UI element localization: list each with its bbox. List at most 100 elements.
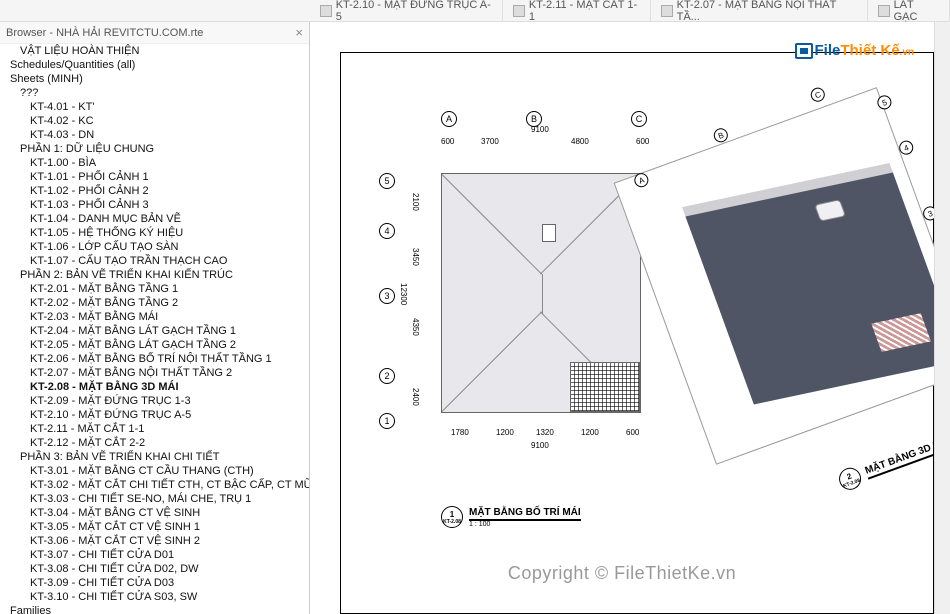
tree-item[interactable]: KT-3.05 - MẶT CẮT CT VỆ SINH 1 [2,520,309,534]
watermark-logo: FileThiết Kế.vn [795,42,914,60]
grid-bubble-c: C [631,111,647,127]
tree-item[interactable]: Schedules/Quantities (all) [2,58,309,72]
iso-grid-c: C [809,86,827,104]
dim-bot-0: 1780 [451,428,469,437]
tree-item[interactable]: KT-1.03 - PHỐI CẢNH 3 [2,198,309,212]
tab-2[interactable]: KT-2.07 - MẶT BẰNG NỘI THẤT TẦ... [651,0,868,25]
tree-item[interactable]: KT-4.01 - KT' [2,100,309,114]
document-tabs: KT-2.10 - MẶT ĐỨNG TRỤC A-5 KT-2.11 - MẶ… [0,0,950,22]
sheet-icon [661,5,673,17]
tree-item[interactable]: KT-1.01 - PHỐI CẢNH 1 [2,170,309,184]
grid-bubble-4: 4 [379,223,395,239]
tab-3[interactable]: LÁT GẠC [868,0,950,25]
ridge-line [542,274,543,314]
title-sheet: KT-2.08 [842,477,861,489]
tree-item[interactable]: KT-3.08 - CHI TIẾT CỬA D02, DW [2,562,309,576]
tree-item[interactable]: KT-3.03 - CHI TIẾT SE-NO, MÁI CHE, TRỤ 1 [2,492,309,506]
tree-item[interactable]: KT-2.10 - MẶT ĐỨNG TRỤC A-5 [2,408,309,422]
dim-top-1: 3700 [481,137,499,146]
dim-bot-4: 600 [626,428,639,437]
logo-part1: File [815,42,841,59]
title-num: 1 [450,510,454,519]
tree-item[interactable]: KT-4.02 - KC [2,114,309,128]
tree-item[interactable]: KT-3.04 - MẶT BẰNG CT VỆ SINH [2,506,309,520]
project-tree: VẬT LIỆU HOÀN THIỆNSchedules/Quantities … [0,44,309,614]
tree-item[interactable]: ??? [2,86,309,100]
tree-item[interactable]: KT-3.10 - CHI TIẾT CỬA S03, SW [2,590,309,604]
tab-label: KT-2.07 - MẶT BẰNG NỘI THẤT TẦ... [677,0,857,23]
dim-left-2: 4350 [411,318,420,336]
title-bubble-icon: 1 KT-2.08 [441,506,463,528]
grid-bubble-a: A [441,111,457,127]
tree-item[interactable]: KT-4.03 - DN [2,128,309,142]
vertical-scrollbar[interactable] [934,22,950,614]
tab-label: LÁT GẠC [894,0,939,23]
tree-item[interactable]: KT-2.07 - MẶT BẰNG NỘI THẤT TẦNG 2 [2,366,309,380]
tree-item[interactable]: KT-2.11 - MẶT CẮT 1-1 [2,422,309,436]
tab-label: KT-2.11 - MẶT CẮT 1-1 [529,0,640,23]
title-bubble-icon: 2 KT-2.08 [836,465,864,493]
tree-item[interactable]: KT-2.06 - MẶT BẰNG BỐ TRÍ NỘI THẤT TẦNG … [2,352,309,366]
tree-item[interactable]: KT-1.07 - CẤU TẠO TRẦN THẠCH CAO [2,254,309,268]
grid-bubble-5: 5 [379,173,395,189]
roof-skylight [542,224,556,242]
browser-title-text: Browser - NHÀ HẢI REVITCTU.COM.rte [6,27,203,39]
tree-item[interactable]: KT-2.09 - MẶT ĐỨNG TRỤC 1-3 [2,394,309,408]
tree-item[interactable]: KT-3.06 - MẶT CẮT CT VỆ SINH 2 [2,534,309,548]
tree-item[interactable]: KT-2.01 - MẶT BẰNG TẦNG 1 [2,282,309,296]
dim-bot-1: 1200 [496,428,514,437]
tree-item[interactable]: KT-3.07 - CHI TIẾT CỬA D01 [2,548,309,562]
tab-1[interactable]: KT-2.11 - MẶT CẮT 1-1 [503,0,651,25]
tree-item[interactable]: KT-2.08 - MẶT BẰNG 3D MÁI [2,380,309,394]
dim-bot-2: 1320 [536,428,554,437]
dim-top-total: 9100 [531,125,549,134]
tree-item[interactable]: KT-1.02 - PHỐI CẢNH 2 [2,184,309,198]
close-icon[interactable]: × [295,25,303,40]
tree-item[interactable]: Sheets (MINH) [2,72,309,86]
grid-bubble-1: 1 [379,413,395,429]
hip-line [442,174,542,274]
browser-titlebar: Browser - NHÀ HẢI REVITCTU.COM.rte × [0,22,309,44]
dim-top-3: 600 [636,137,649,146]
title-sheet: KT-2.08 [443,519,461,525]
title-scale: 1 : 100 [469,521,581,528]
tree-item[interactable]: Families [2,604,309,614]
tree-item[interactable]: KT-2.05 - MẶT BẰNG LÁT GẠCH TẦNG 2 [2,338,309,352]
tree-item[interactable]: KT-1.04 - DANH MỤC BẢN VẼ [2,212,309,226]
dim-top-0: 600 [441,137,454,146]
grid-bubble-2: 2 [379,368,395,384]
tree-item[interactable]: KT-3.09 - CHI TIẾT CỬA D03 [2,576,309,590]
dim-left-3: 2400 [411,388,420,406]
sheet-icon [878,5,890,17]
watermark-center: Copyright © FileThietKe.vn [508,563,736,584]
dim-left-1: 3450 [411,248,420,266]
tree-item[interactable]: KT-1.06 - LỚP CẤU TẠO SÀN [2,240,309,254]
hip-line [442,311,542,411]
logo-part3: .vn [900,47,914,58]
logo-icon [795,43,813,59]
tab-label: KT-2.10 - MẶT ĐỨNG TRỤC A-5 [336,0,493,23]
dim-left-total: 12300 [399,283,408,305]
logo-part2: Thiết Kế [840,42,899,59]
tree-item[interactable]: KT-2.04 - MẶT BẰNG LÁT GẠCH TẦNG 1 [2,324,309,338]
drawing-canvas[interactable]: FileThiết Kế.vn A B C 5 4 3 2 1 600 3700… [310,22,934,614]
tree-item[interactable]: PHẦN 1: DỮ LIỆU CHUNG [2,142,309,156]
tree-item[interactable]: PHẦN 2: BẢN VẼ TRIỂN KHAI KIẾN TRÚC [2,268,309,282]
tab-0[interactable]: KT-2.10 - MẶT ĐỨNG TRỤC A-5 [310,0,503,25]
title-text: MẶT BẰNG BỐ TRÍ MÁI [469,507,581,521]
tree-item[interactable]: KT-2.02 - MẶT BẰNG TẦNG 2 [2,296,309,310]
grid-bubble-3: 3 [379,288,395,304]
sheet-icon [320,5,332,17]
tree-item[interactable]: KT-3.02 - MẶT CẮT CHI TIẾT CTH, CT BẬC C… [2,478,309,492]
roof-lattice [570,362,640,412]
tree-item[interactable]: VẬT LIỆU HOÀN THIỆN [2,44,309,58]
tree-item[interactable]: KT-2.12 - MẶT CẮT 2-2 [2,436,309,450]
sheet-border: A B C 5 4 3 2 1 600 3700 4800 600 9100 2… [340,52,934,614]
tree-item[interactable]: KT-2.03 - MẶT BẰNG MÁI [2,310,309,324]
tree-item[interactable]: KT-3.01 - MẶT BẰNG CT CẦU THANG (CTH) [2,464,309,478]
tree-item[interactable]: PHẦN 3: BẢN VẼ TRIỂN KHAI CHI TIẾT [2,450,309,464]
tree-item[interactable]: KT-1.00 - BÌA [2,156,309,170]
view-title-2: 2 KT-2.08 MẶT BẰNG 3D MÁI [836,432,934,493]
tree-item[interactable]: KT-1.05 - HỆ THỐNG KÝ HIỆU [2,226,309,240]
project-browser[interactable]: Browser - NHÀ HẢI REVITCTU.COM.rte × VẬT… [0,22,310,614]
